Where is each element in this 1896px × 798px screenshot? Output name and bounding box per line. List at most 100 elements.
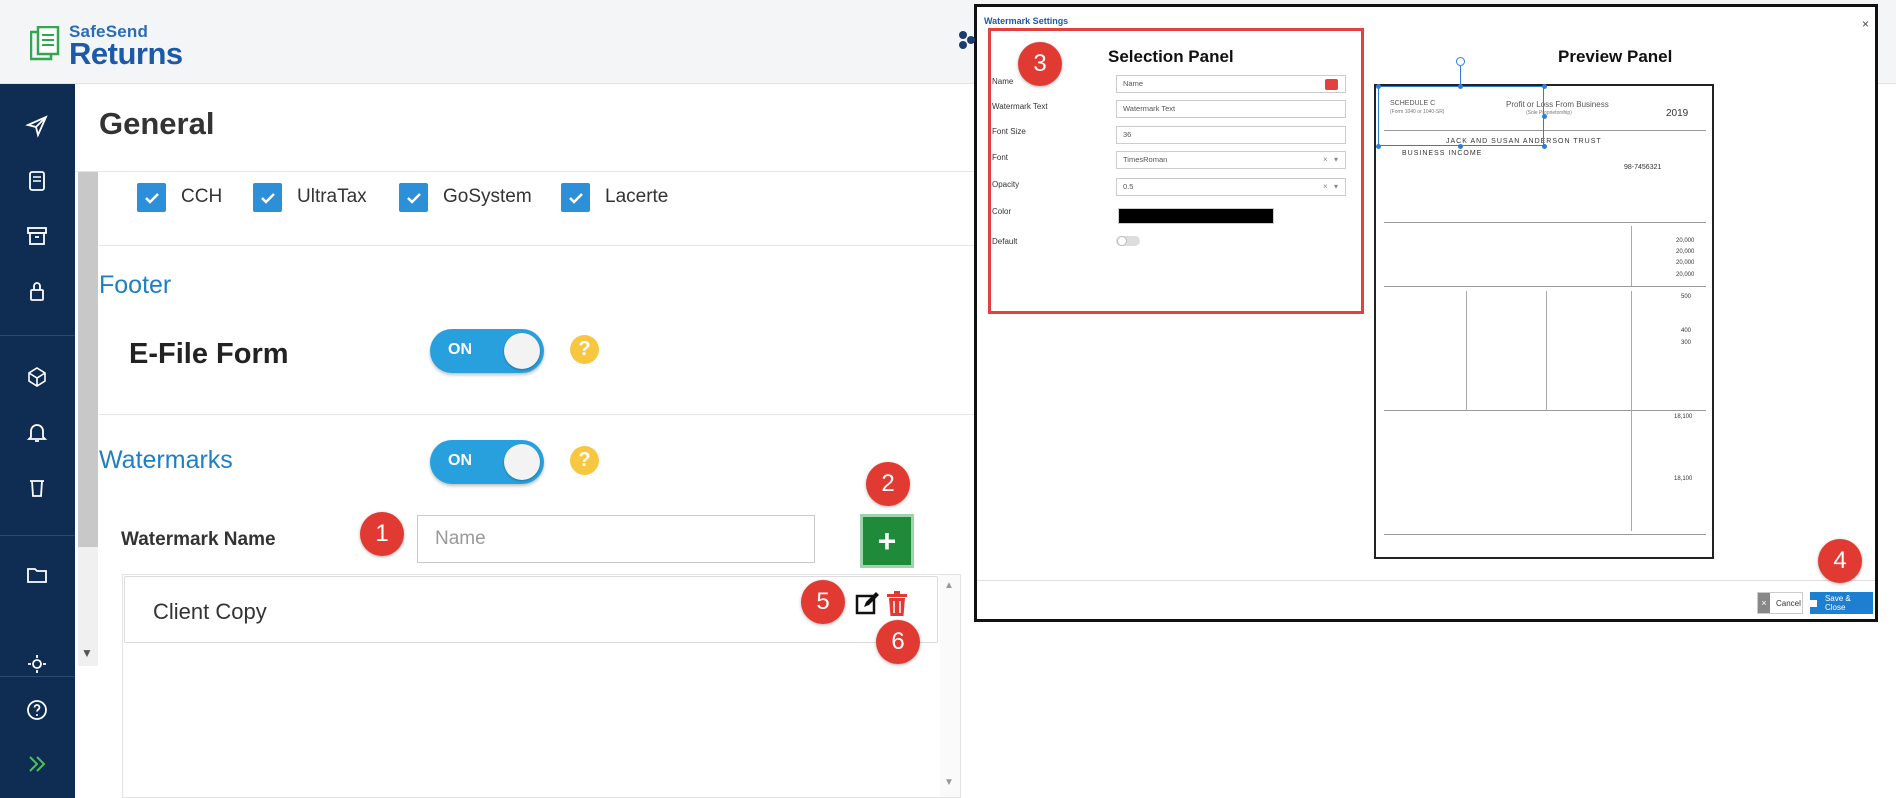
checkbox-cch[interactable] [137,183,166,212]
name-field-label: Name [992,77,1014,86]
scroll-up-arrow-icon[interactable]: ▲ [944,580,954,591]
cancel-button-label: Cancel [1776,598,1801,608]
color-label: Color [992,207,1012,216]
doc-value: 20,000 [1676,238,1695,244]
watermarks-heading: Watermarks [99,446,233,474]
trash-icon[interactable] [16,467,58,507]
footer-heading: Footer [99,271,172,299]
doc-business-name: BUSINESS INCOME [1402,150,1483,157]
font-size-label: Font Size [992,127,1026,136]
efile-form-label: E-File Form [129,338,289,370]
resize-handle[interactable] [1542,114,1547,119]
brand-name-large: Returns [69,36,183,71]
watermark-name-input[interactable] [417,515,815,563]
scroll-down-arrow-icon[interactable]: ▼ [944,777,954,788]
doc-value: 18,100 [1674,476,1693,482]
resize-handle[interactable] [1542,84,1547,89]
document-icon[interactable] [16,161,58,201]
efile-help-icon[interactable]: ? [570,335,599,364]
step-badge-2: 2 [866,462,910,506]
doc-value: 400 [1681,328,1692,334]
divider [99,245,975,246]
modal-close-icon[interactable]: × [1862,17,1869,31]
preview-panel-title: Preview Panel [1558,47,1673,66]
resize-handle[interactable] [1376,84,1381,89]
divider [99,414,975,415]
font-select[interactable]: TimesRoman [1116,151,1346,169]
add-watermark-button[interactable]: + [860,514,914,568]
font-size-field[interactable]: 36 [1116,126,1346,144]
watermark-name-label: Watermark Name [121,529,276,550]
lock-icon[interactable] [16,271,58,311]
modal-footer-divider [977,580,1875,581]
help-icon[interactable] [16,690,58,730]
watermark-list-scrollbar[interactable] [940,575,960,797]
toggle-state: ON [448,341,472,358]
efile-form-toggle[interactable]: ON [430,329,544,373]
step-badge-3: 3 [1018,42,1062,86]
doc-value: 20,000 [1676,249,1695,255]
cube-icon[interactable] [16,357,58,397]
step-badge-5: 5 [801,580,845,624]
edit-icon[interactable] [855,591,881,617]
partial-logo-icon [959,31,975,49]
expand-icon[interactable] [16,744,58,784]
checkbox-label-lacerte: Lacerte [605,186,669,207]
cancel-icon: × [1758,593,1770,613]
step-badge-6: 6 [876,620,920,664]
field-status-icon [1325,79,1338,90]
toggle-knob [1117,236,1127,246]
doc-year: 2019 [1666,108,1689,119]
clear-icon[interactable]: × [1323,155,1328,164]
users-gear-icon[interactable] [16,644,58,684]
default-label: Default [992,237,1018,246]
color-picker[interactable] [1118,208,1274,224]
doc-value: 500 [1681,294,1692,300]
resize-handle[interactable] [1376,144,1381,149]
clear-icon[interactable]: × [1323,182,1328,191]
rotate-handle[interactable] [1456,57,1465,66]
opacity-label: Opacity [992,180,1020,189]
watermarks-toggle[interactable]: ON [430,440,544,484]
save-close-label: Save & Close [1824,594,1851,612]
watermark-text-field[interactable]: Watermark Text [1116,100,1346,118]
page-scrollbar-thumb[interactable] [78,172,98,547]
rotate-handle-line [1460,66,1461,86]
selection-panel-title: Selection Panel [1108,47,1234,66]
checkbox-label-ultratax: UltraTax [297,186,367,207]
watermark-selection-box[interactable] [1378,86,1544,146]
name-field[interactable]: Name [1116,75,1346,93]
scroll-down-arrow-icon[interactable]: ▼ [81,646,93,660]
safesend-logo-icon [30,26,60,61]
checkbox-label-cch: CCH [181,186,223,207]
bell-icon[interactable] [16,412,58,452]
resize-handle[interactable] [1542,144,1547,149]
checkbox-gosystem[interactable] [399,183,428,212]
archive-icon[interactable] [16,216,58,256]
step-badge-1: 1 [360,512,404,556]
step-badge-4: 4 [1818,539,1862,583]
checkbox-lacerte[interactable] [561,183,590,212]
folder-icon[interactable] [16,555,58,595]
doc-value: 20,000 [1676,260,1695,266]
delete-icon[interactable] [886,591,908,617]
watermarks-help-icon[interactable]: ? [570,446,599,475]
cancel-button[interactable]: × Cancel [1757,592,1803,614]
resize-handle[interactable] [1458,144,1463,149]
doc-value: 300 [1681,340,1692,346]
save-close-button[interactable]: Save & Close [1810,592,1873,614]
checkbox-ultratax[interactable] [253,183,282,212]
list-item-label: Client Copy [153,599,267,624]
opacity-select[interactable]: 0.5 [1116,178,1346,196]
divider [75,171,975,172]
doc-ein: 98-7456321 [1624,164,1662,171]
toggle-state: ON [448,452,472,469]
resize-handle[interactable] [1458,84,1463,89]
send-icon[interactable] [16,106,58,146]
chevron-down-icon[interactable]: ▾ [1334,182,1338,191]
toggle-knob [504,444,540,480]
checkbox-label-gosystem: GoSystem [443,186,532,207]
sidebar-divider [0,676,75,677]
chevron-down-icon[interactable]: ▾ [1334,155,1338,164]
sidebar-divider [0,535,75,536]
